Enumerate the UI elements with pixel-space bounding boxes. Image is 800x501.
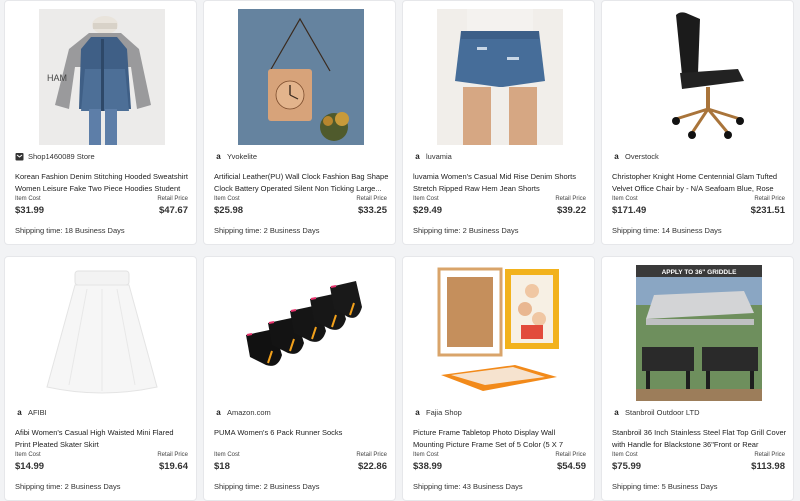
- product-title[interactable]: Afibi Women's Casual High Waisted Mini F…: [15, 427, 190, 450]
- store-label[interactable]: Shop1460089 Store: [15, 152, 95, 161]
- amazon-icon: a: [17, 408, 22, 417]
- retail-price-value: $39.22: [556, 205, 586, 216]
- item-cost-value: $29.49: [413, 205, 443, 216]
- store-name: Fajia Shop: [426, 408, 462, 417]
- retail-price-value: $47.67: [158, 205, 188, 216]
- store-label[interactable]: a Overstock: [612, 152, 659, 161]
- product-card[interactable]: a Amazon.com PUMA Women's 6 Pack Runner …: [203, 256, 396, 501]
- item-cost-label: Item Cost: [413, 452, 439, 458]
- retail-price-value: $33.25: [357, 205, 387, 216]
- store-label[interactable]: a luvamia: [413, 152, 452, 161]
- storefront-icon: [15, 152, 24, 161]
- product-title[interactable]: Picture Frame Tabletop Photo Display Wal…: [413, 427, 588, 450]
- product-title[interactable]: luvamia Women's Casual Mid Rise Denim Sh…: [413, 171, 588, 194]
- svg-text:HAM: HAM: [47, 73, 67, 83]
- retail-price-label: Retail Price: [157, 196, 188, 202]
- product-card[interactable]: a Fajia Shop Picture Frame Tabletop Phot…: [402, 256, 595, 501]
- product-title[interactable]: Artificial Leather(PU) Wall Clock Fashio…: [214, 171, 389, 194]
- retail-price-value: $22.86: [357, 461, 387, 472]
- item-cost-value: $14.99: [15, 461, 45, 472]
- item-cost-value: $31.99: [15, 205, 45, 216]
- retail-price-value: $231.51: [750, 205, 785, 216]
- store-name: Stanbroil Outdoor LTD: [625, 408, 700, 417]
- amazon-icon: a: [614, 152, 619, 161]
- item-cost-label: Item Cost: [214, 196, 240, 202]
- product-image-hoodie[interactable]: HAM: [39, 9, 165, 145]
- store-name: AFIBI: [28, 408, 47, 417]
- product-title[interactable]: Korean Fashion Denim Stitching Hooded Sw…: [15, 171, 190, 194]
- item-cost-label: Item Cost: [15, 196, 41, 202]
- item-cost-label: Item Cost: [15, 452, 41, 458]
- product-image-skater-skirt[interactable]: [39, 265, 165, 401]
- retail-price-label: Retail Price: [356, 452, 387, 458]
- grill-banner-text: APPLY TO 36" GRIDDLE: [662, 269, 738, 276]
- store-label[interactable]: a Amazon.com: [214, 408, 271, 417]
- item-cost-label: Item Cost: [413, 196, 439, 202]
- amazon-icon: a: [216, 152, 221, 161]
- product-card[interactable]: a luvamia luvamia Women's Casual Mid Ris…: [402, 0, 595, 245]
- product-title[interactable]: Christopher Knight Home Centennial Glam …: [612, 171, 787, 194]
- item-cost-value: $171.49: [612, 205, 647, 216]
- retail-price-label: Retail Price: [754, 196, 785, 202]
- product-card[interactable]: a AFIBI Afibi Women's Casual High Waiste…: [4, 256, 197, 501]
- item-cost-label: Item Cost: [612, 452, 638, 458]
- shipping-time: Shipping time: 2 Business Days: [214, 226, 320, 235]
- item-cost-value: $75.99: [612, 461, 642, 472]
- shipping-time: Shipping time: 43 Business Days: [413, 482, 523, 491]
- product-image-runner-socks[interactable]: [238, 265, 364, 401]
- retail-price-value: $113.98: [751, 461, 785, 472]
- product-card[interactable]: HAM Shop1460089 Store Korean Fashion Den…: [4, 0, 197, 245]
- store-name: Overstock: [625, 152, 659, 161]
- product-card[interactable]: a Overstock Christopher Knight Home Cent…: [601, 0, 794, 245]
- retail-price-label: Retail Price: [157, 452, 188, 458]
- item-cost-value: $18: [214, 461, 230, 472]
- product-card[interactable]: APPLY TO 36" GRIDDLE a Stanbroil Outdoor…: [601, 256, 794, 501]
- retail-price-label: Retail Price: [754, 452, 785, 458]
- shipping-time: Shipping time: 2 Business Days: [413, 226, 519, 235]
- store-name: Shop1460089 Store: [28, 152, 95, 161]
- shipping-time: Shipping time: 14 Business Days: [612, 226, 722, 235]
- product-image-grill-cover[interactable]: APPLY TO 36" GRIDDLE: [636, 265, 762, 401]
- product-title[interactable]: Stanbroil 36 Inch Stainless Steel Flat T…: [612, 427, 787, 450]
- store-name: luvamia: [426, 152, 452, 161]
- product-card[interactable]: a Yvokelite Artificial Leather(PU) Wall …: [203, 0, 396, 245]
- product-image-wall-clock[interactable]: [238, 9, 364, 145]
- retail-price-label: Retail Price: [555, 452, 586, 458]
- retail-price-value: $54.59: [556, 461, 586, 472]
- product-title[interactable]: PUMA Women's 6 Pack Runner Socks: [214, 427, 389, 450]
- item-cost-label: Item Cost: [612, 196, 638, 202]
- retail-price-value: $19.64: [158, 461, 188, 472]
- shipping-time: Shipping time: 2 Business Days: [15, 482, 121, 491]
- retail-price-label: Retail Price: [356, 196, 387, 202]
- store-label[interactable]: a AFIBI: [15, 408, 47, 417]
- amazon-icon: a: [614, 408, 619, 417]
- amazon-icon: a: [216, 408, 221, 417]
- store-label[interactable]: a Fajia Shop: [413, 408, 462, 417]
- store-label[interactable]: a Yvokelite: [214, 152, 257, 161]
- retail-price-label: Retail Price: [555, 196, 586, 202]
- store-name: Yvokelite: [227, 152, 258, 161]
- item-cost-label: Item Cost: [214, 452, 240, 458]
- store-label[interactable]: a Stanbroil Outdoor LTD: [612, 408, 699, 417]
- shipping-time: Shipping time: 18 Business Days: [15, 226, 125, 235]
- product-grid: HAM Shop1460089 Store Korean Fashion Den…: [0, 0, 800, 501]
- product-image-denim-shorts[interactable]: [437, 9, 563, 145]
- amazon-icon: a: [415, 408, 420, 417]
- shipping-time: Shipping time: 5 Business Days: [612, 482, 718, 491]
- product-image-office-chair[interactable]: [636, 9, 762, 145]
- item-cost-value: $25.98: [214, 205, 244, 216]
- item-cost-value: $38.99: [413, 461, 443, 472]
- amazon-icon: a: [415, 152, 420, 161]
- store-name: Amazon.com: [227, 408, 271, 417]
- product-image-picture-frames[interactable]: [437, 265, 563, 401]
- shipping-time: Shipping time: 2 Business Days: [214, 482, 320, 491]
